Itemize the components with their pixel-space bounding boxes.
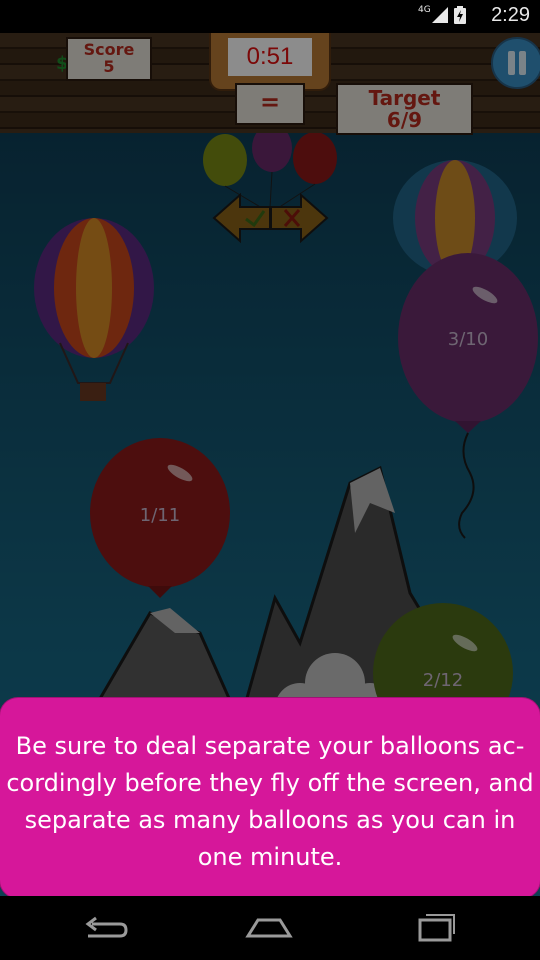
target-label: Target [368,86,441,110]
tutorial-banner[interactable]: Be sure to deal separate your balloons a… [0,698,540,898]
status-bar: 4G 2:29 [0,0,540,33]
score-panel: Score 5 [68,39,150,79]
status-icons: 4G [418,5,466,28]
tutorial-text: Be sure to deal separate your balloons a… [6,732,534,871]
hot-air-balloon-left [34,218,154,401]
target-panel: Target 6/9 [338,85,471,133]
navigation-bar [0,896,540,960]
currency-icon: $ [56,53,69,74]
balloon-purple [398,253,538,539]
balloon-label[interactable]: 1/11 [130,505,190,526]
signal-icon: 4G [418,5,448,27]
target-value: 6/9 [386,108,423,132]
score-value: 5 [103,57,115,76]
balloon-label[interactable]: 3/10 [438,329,498,350]
balloon-cluster [203,124,337,209]
back-icon[interactable] [80,910,130,946]
status-time: 2:29 [491,4,530,26]
recent-apps-icon[interactable] [410,910,460,946]
network-type-label: 4G [418,5,431,15]
balloon-label[interactable]: 2/12 [413,670,473,691]
home-icon[interactable] [244,910,294,946]
timer: 0:51 [228,38,312,76]
battery-icon [454,6,466,28]
equals-panel: = [237,85,303,123]
pause-button[interactable] [491,37,540,89]
score-label: Score [83,40,135,59]
